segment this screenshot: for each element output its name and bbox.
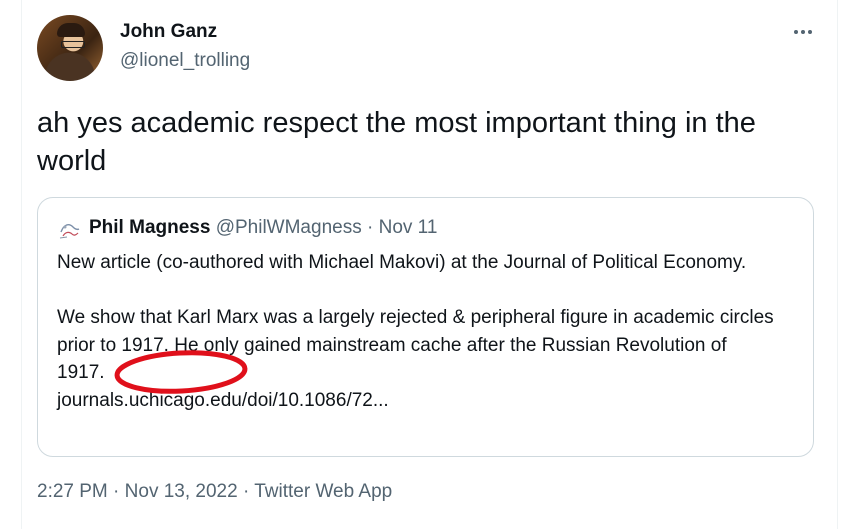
quoted-avatar[interactable] — [57, 218, 81, 242]
quoted-tweet-card[interactable]: Phil Magness @PhilWMagness · Nov 11 New … — [37, 197, 814, 457]
tweet-text: ah yes academic respect the most importa… — [37, 107, 756, 177]
tweet-date[interactable]: Nov 13, 2022 — [125, 481, 238, 502]
quoted-header: Phil Magness @PhilWMagness · Nov 11 — [89, 217, 437, 239]
quoted-avatar-graphic — [59, 224, 80, 239]
quoted-author-name[interactable]: Phil Magness — [89, 217, 210, 238]
author-handle[interactable]: @lionel_trolling — [120, 50, 250, 72]
tweet-time[interactable]: 2:27 PM — [37, 481, 108, 502]
more-dots-icon — [794, 30, 798, 34]
tweet-timestamp: 2:27 PM · Nov 13, 2022 · Twitter Web App — [37, 481, 392, 503]
quoted-link[interactable]: journals.uchicago.edu/doi/10.1086/72... — [57, 387, 777, 415]
quoted-date[interactable]: Nov 11 — [379, 217, 438, 238]
quoted-author-handle[interactable]: @PhilWMagness — [216, 217, 362, 238]
quoted-body: New article (co-authored with Michael Ma… — [57, 249, 777, 414]
quoted-separator: · — [361, 217, 379, 238]
right-frame-border — [837, 0, 838, 529]
avatar-glasses — [61, 41, 85, 48]
timestamp-separator-1: · — [107, 481, 125, 502]
quoted-paragraph-2: We show that Karl Marx was a largely rej… — [57, 307, 774, 383]
timestamp-separator-2: · — [237, 481, 255, 502]
author-name[interactable]: John Ganz — [120, 21, 217, 43]
author-avatar[interactable] — [37, 15, 103, 81]
tweet-source[interactable]: Twitter Web App — [254, 481, 392, 502]
more-options-button[interactable] — [788, 20, 818, 44]
left-frame-border — [21, 0, 22, 529]
avatar-hair — [57, 23, 85, 37]
quoted-paragraph-1: New article (co-authored with Michael Ma… — [57, 252, 747, 273]
